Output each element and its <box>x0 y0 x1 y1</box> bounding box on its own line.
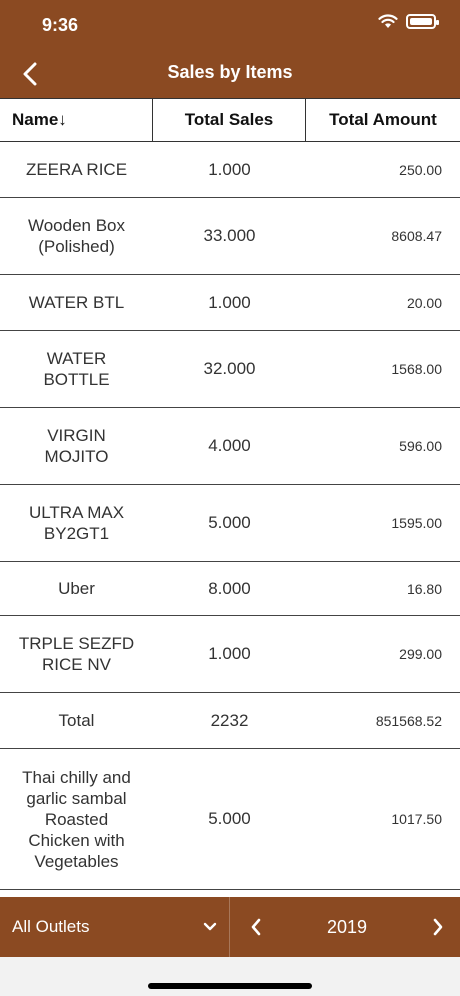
wifi-icon <box>378 14 398 29</box>
outlet-dropdown[interactable]: All Outlets <box>0 897 230 957</box>
table-row[interactable]: WATER BTL 1.000 20.00 <box>0 275 460 331</box>
total-amount: 596.00 <box>399 438 442 454</box>
column-header-total-amount[interactable]: Total Amount <box>306 99 460 141</box>
total-sales: 2232 <box>210 710 249 730</box>
table-row[interactable]: ZEERA RICE 1.000 250.00 <box>0 142 460 198</box>
total-amount: 8608.47 <box>391 228 442 244</box>
home-indicator[interactable] <box>148 983 312 989</box>
bottom-filter-bar: All Outlets 2019 <box>0 897 460 957</box>
app-header: 9:36 Sales by Items <box>0 0 460 98</box>
chevron-right-icon <box>433 918 443 936</box>
table-row[interactable]: VIRGIN MOJITO 4.000 596.00 <box>0 408 460 485</box>
total-amount: 16.80 <box>406 580 442 597</box>
home-indicator-area <box>0 957 460 996</box>
total-sales: 8.000 <box>208 578 251 598</box>
chevron-down-icon <box>203 922 217 931</box>
table-row[interactable]: Wooden Box (Polished) 33.000 8608.47 <box>0 198 460 275</box>
total-amount: 20.00 <box>406 294 442 311</box>
item-name: ULTRA MAX BY2GT1 <box>28 503 125 543</box>
outlet-label: All Outlets <box>12 917 90 936</box>
item-name: TRPLE SEZFD RICE NV <box>18 634 135 674</box>
total-sales: 33.000 <box>203 226 256 245</box>
total-sales: 1.000 <box>208 292 251 312</box>
chevron-left-icon <box>251 918 261 936</box>
item-name: Thai chilly and garlic sambal Roasted Ch… <box>22 767 131 871</box>
total-sales: 32.000 <box>203 359 256 378</box>
item-name: VIRGIN MOJITO <box>44 426 109 466</box>
total-sales: 1.000 <box>208 644 251 663</box>
previous-year-button[interactable] <box>244 915 268 939</box>
column-header-name[interactable]: Name↓ <box>0 99 153 141</box>
total-amount: 250.00 <box>399 161 442 178</box>
column-header-total-sales[interactable]: Total Sales <box>153 99 306 141</box>
item-name: Uber <box>58 579 95 598</box>
year-label: 2019 <box>326 916 368 937</box>
item-name: WATER BOTTLE <box>43 349 110 389</box>
total-sales: 4.000 <box>208 436 251 455</box>
status-icons <box>378 14 439 29</box>
total-row: Total 2232 851568.52 <box>0 693 460 749</box>
battery-icon <box>406 14 439 29</box>
table-row[interactable]: ULTRA MAX BY2GT1 5.000 1595.00 <box>0 485 460 562</box>
total-amount: 851568.52 <box>375 712 442 729</box>
total-sales: 5.000 <box>208 809 251 828</box>
item-name: WATER BTL <box>28 293 125 312</box>
total-amount: 1568.00 <box>391 361 442 377</box>
sales-table: ZEERA RICE 1.000 250.00 Wooden Box (Poli… <box>0 142 460 890</box>
total-sales: 5.000 <box>208 513 251 532</box>
table-row[interactable]: WATER BOTTLE 32.000 1568.00 <box>0 331 460 408</box>
table-header: Name↓ Total Sales Total Amount <box>0 98 460 142</box>
total-amount: 1595.00 <box>391 515 442 531</box>
year-navigator: 2019 <box>230 897 460 957</box>
table-row[interactable]: TRPLE SEZFD RICE NV 1.000 299.00 <box>0 616 460 693</box>
item-name: ZEERA RICE <box>25 160 128 179</box>
item-name: Wooden Box (Polished) <box>27 216 126 256</box>
total-amount: 299.00 <box>399 646 442 662</box>
table-row[interactable]: Thai chilly and garlic sambal Roasted Ch… <box>0 749 460 890</box>
total-amount: 1017.50 <box>391 811 442 827</box>
status-time: 9:36 <box>42 15 79 35</box>
total-sales: 1.000 <box>208 159 251 179</box>
page-title: Sales by Items <box>167 62 293 82</box>
table-row[interactable]: Uber 8.000 16.80 <box>0 562 460 616</box>
next-year-button[interactable] <box>426 915 450 939</box>
total-label: Total <box>58 711 95 730</box>
